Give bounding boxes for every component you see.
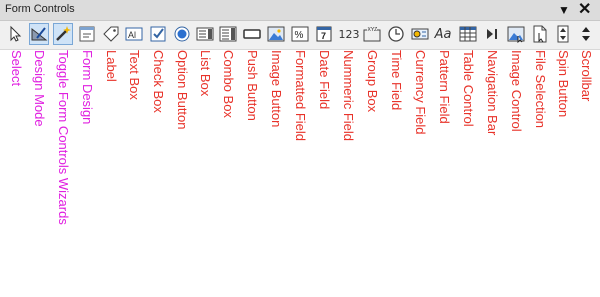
label-spin-button: Spin Button [556, 50, 571, 118]
design-mode-icon[interactable] [29, 23, 49, 45]
form-design-icon[interactable] [77, 23, 97, 45]
file-selection-icon[interactable] [530, 23, 550, 45]
image-control-icon[interactable] [506, 23, 526, 45]
label-table-control: Table Control [461, 50, 476, 127]
tool-icons: Al % 7 123 XYZ Aa [0, 21, 600, 49]
scrollbar-icon[interactable] [576, 23, 596, 45]
label-push-button: Push Button [245, 50, 260, 121]
textbox-icon[interactable]: Al [124, 23, 144, 45]
close-icon[interactable]: ✕ [578, 0, 591, 20]
svg-text:%: % [295, 30, 304, 41]
label-text-box: Text Box [127, 50, 142, 100]
label-numeric-field: Nummeric Field [341, 50, 356, 142]
label-list-box: List Box [198, 50, 213, 97]
percent-icon[interactable]: % [290, 23, 310, 45]
label-label: Label [104, 50, 119, 82]
numeric-icon[interactable]: 123 [338, 23, 360, 45]
label-navigation-bar: Navigation Bar [485, 50, 500, 136]
group-box-icon[interactable]: XYZ [362, 23, 382, 45]
label-date-field: Date Field [317, 50, 332, 110]
listbox-icon[interactable] [195, 23, 215, 45]
combobox-icon[interactable] [218, 23, 238, 45]
label-group-box: Group Box [365, 50, 380, 113]
label-currency-field: Currency Field [413, 50, 428, 135]
pattern-icon-text: Aa [434, 26, 452, 42]
image-button-icon[interactable] [266, 23, 286, 45]
navigation-icon[interactable] [482, 23, 502, 45]
form-controls-toolbar: Form Controls ▼ ✕ Al % 7 123 XYZ Aa [0, 0, 600, 50]
label-scrollbar: Scrollbar [579, 50, 594, 102]
clock-icon[interactable] [386, 23, 406, 45]
chevron-down-icon[interactable]: ▼ [558, 3, 570, 17]
currency-icon[interactable] [410, 23, 430, 45]
spin-icon[interactable] [553, 23, 573, 45]
checkbox-icon[interactable] [148, 23, 168, 45]
label-option-button: Option Button [175, 50, 190, 130]
pattern-icon[interactable]: Aa [432, 23, 454, 45]
label-toggle-wizards: Toggle Form Controls Wizards [56, 50, 71, 225]
svg-text:XYZ: XYZ [368, 27, 378, 33]
calendar-icon[interactable]: 7 [314, 23, 334, 45]
pointer-icon[interactable] [6, 23, 26, 45]
tag-icon[interactable] [101, 23, 121, 45]
window-title: Form Controls [5, 3, 75, 15]
label-image-control: Image Control [509, 50, 524, 132]
numeric-icon-text: 123 [338, 27, 360, 41]
label-file-selection: File Selection [533, 50, 548, 129]
push-button-icon[interactable] [242, 23, 262, 45]
label-time-field: Time Field [389, 50, 404, 111]
label-image-button: Image Button [269, 50, 284, 128]
label-formatted-field: Formatted Field [293, 50, 308, 142]
label-design-mode: Design Mode [32, 50, 47, 127]
wand-icon[interactable] [53, 23, 73, 45]
radio-icon[interactable] [172, 23, 192, 45]
svg-text:7: 7 [321, 31, 326, 41]
title-bar: Form Controls ▼ ✕ [0, 0, 600, 21]
label-combo-box: Combo Box [221, 50, 236, 118]
svg-text:Al: Al [128, 30, 136, 40]
label-check-box: Check Box [151, 50, 166, 113]
label-form-design: Form Design [80, 50, 95, 125]
table-icon[interactable] [458, 23, 478, 45]
label-select: Select [9, 50, 24, 87]
label-pattern-field: Pattern Field [437, 50, 452, 124]
